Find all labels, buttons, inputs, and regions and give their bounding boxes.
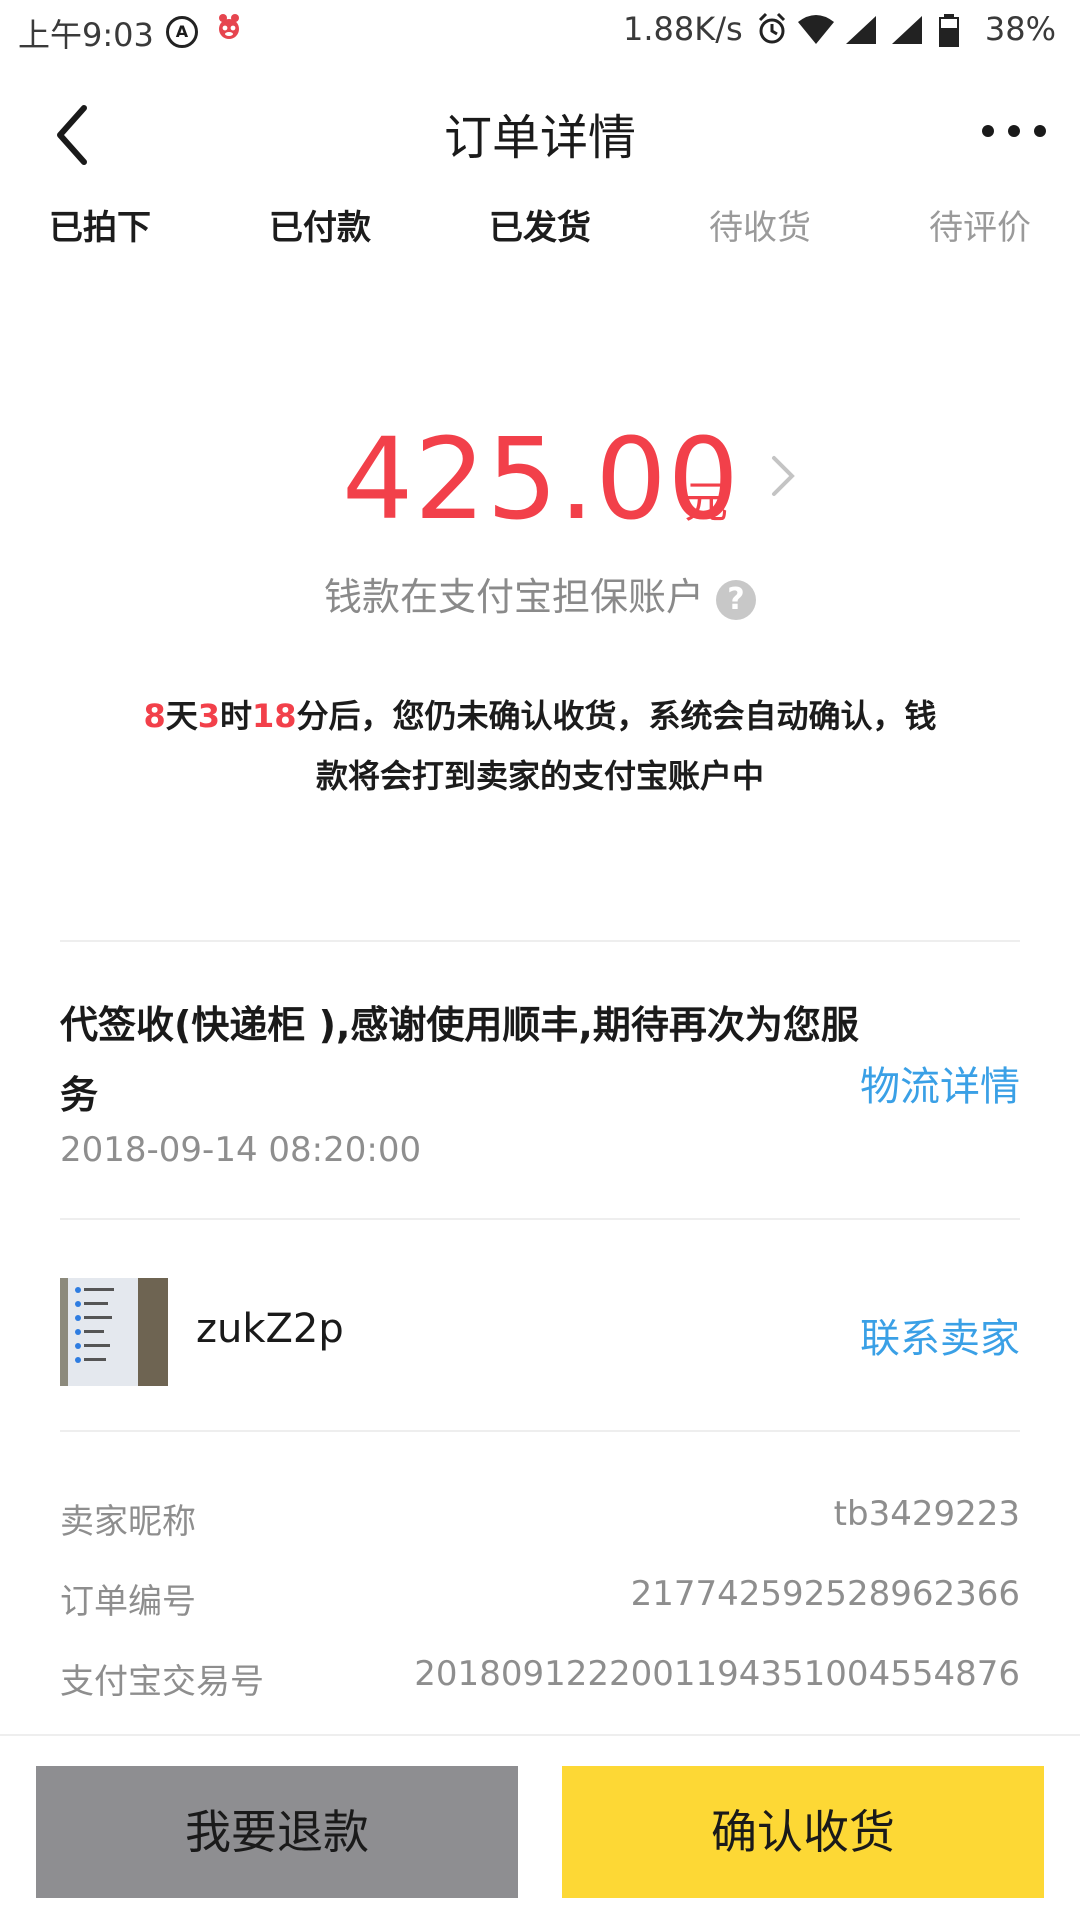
notice-hours-unit: 时 — [219, 697, 252, 735]
step-paid: 已付款 — [269, 208, 371, 248]
info-label: 支付宝交易号 — [60, 1662, 264, 1702]
battery-percent: 38% — [984, 10, 1056, 48]
status-bar: 上午9:03 A 1.88K/s 38% — [0, 0, 1080, 62]
wifi-icon — [798, 15, 834, 44]
order-progress: 已拍下 已付款 已发货 待收货 待评价 — [0, 200, 1080, 262]
header: 订单详情 — [0, 62, 1080, 202]
notice-hours: 3 — [197, 697, 220, 735]
more-icon[interactable] — [978, 106, 1050, 156]
app-notification-icon — [219, 14, 239, 39]
refund-button[interactable]: 我要退款 — [36, 1766, 518, 1898]
contact-seller-link[interactable]: 联系卖家 — [860, 1306, 1020, 1364]
info-label: 卖家昵称 — [60, 1502, 196, 1542]
logistics-time: 2018-09-14 08:20:00 — [60, 1130, 422, 1170]
notice-minutes: 18 — [252, 697, 297, 735]
logistics-message[interactable]: 代签收(快递柜 ),感谢使用顺丰,期待再次为您服务 — [60, 990, 860, 1130]
escrow-text: 钱款在支付宝担保账户 — [323, 575, 704, 619]
notice-days: 8 — [143, 697, 166, 735]
signal-icon — [846, 16, 876, 44]
alarm-icon — [758, 12, 786, 44]
logistics-details-link[interactable]: 物流详情 — [860, 1054, 1020, 1112]
escrow-info: 钱款在支付宝担保账户? — [0, 566, 1080, 621]
notice-text: 分后，您仍未确认收货，系统会自动确认，钱款将会打到卖家的支付宝账户中 — [296, 697, 937, 795]
order-amount: 425.00 — [342, 415, 740, 545]
divider — [60, 1218, 1020, 1220]
chevron-right-icon — [772, 456, 795, 496]
info-label: 订单编号 — [60, 1582, 196, 1622]
divider — [60, 940, 1020, 942]
seller-avatar-image — [60, 1278, 168, 1386]
status-time: 上午9:03 — [18, 16, 154, 54]
info-value: tb3429223 — [833, 1494, 1020, 1534]
battery-icon — [939, 14, 959, 47]
seller-avatar[interactable] — [60, 1278, 168, 1386]
confirm-receipt-button[interactable]: 确认收货 — [562, 1766, 1044, 1898]
info-row-order-number: 订单编号 217742592528962366 — [60, 1574, 1020, 1634]
info-value: 2018091222001194351004554876 — [414, 1654, 1020, 1694]
info-value: 217742592528962366 — [630, 1574, 1020, 1614]
notice-days-unit: 天 — [165, 697, 198, 735]
page-title: 订单详情 — [443, 110, 636, 166]
info-row-alipay-trade-number: 支付宝交易号 2018091222001194351004554876 — [60, 1654, 1020, 1714]
network-speed: 1.88K/s — [623, 10, 743, 48]
bottom-action-bar: 我要退款 确认收货 — [0, 1734, 1080, 1922]
seller-name[interactable]: zukZ2p — [196, 1306, 344, 1352]
auto-confirm-notice: 8天3时18分后，您仍未确认收货，系统会自动确认，钱款将会打到卖家的支付宝账户中 — [140, 686, 940, 806]
step-ordered: 已拍下 — [49, 208, 151, 248]
step-awaiting-review: 待评价 — [929, 208, 1031, 248]
amount-unit: 元 — [684, 477, 728, 528]
signal-icon-2 — [892, 16, 922, 44]
help-icon[interactable]: ? — [716, 579, 756, 620]
amount-row[interactable]: 425.00 元 — [0, 420, 1080, 540]
divider — [60, 1430, 1020, 1432]
info-row-seller-nickname: 卖家昵称 tb3429223 — [60, 1494, 1020, 1554]
step-shipped: 已发货 — [489, 208, 591, 248]
step-awaiting-receipt: 待收货 — [709, 208, 811, 248]
accessibility-icon: A — [166, 16, 198, 48]
